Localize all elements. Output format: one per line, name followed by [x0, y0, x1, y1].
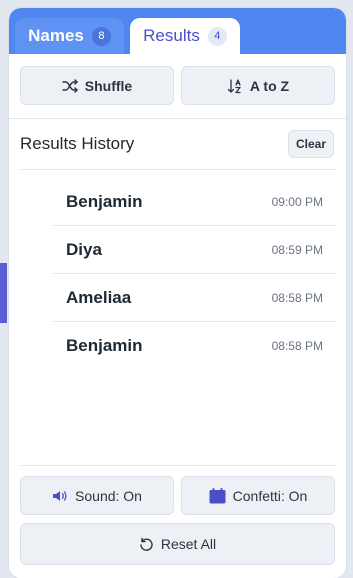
divider — [9, 118, 346, 119]
result-time: 08:58 PM — [271, 339, 323, 353]
result-time: 08:59 PM — [271, 243, 323, 257]
shuffle-label: Shuffle — [84, 77, 133, 94]
tab-results-count: 4 — [207, 26, 227, 46]
result-time: 09:00 PM — [271, 195, 323, 209]
tab-results-label: Results — [143, 26, 200, 45]
divider — [20, 465, 335, 466]
tab-names-label: Names — [28, 26, 84, 45]
reset-icon — [139, 537, 154, 552]
calendar-icon — [209, 487, 226, 504]
result-name: Diya — [66, 240, 102, 259]
confetti-toggle-button[interactable]: Confetti: On — [181, 476, 335, 515]
tab-names[interactable]: Names 8 — [15, 18, 124, 54]
results-history-title: Results History — [20, 134, 135, 153]
main-panel: Names 8 Results 4 Shuffle A to Z Results… — [9, 8, 346, 578]
confetti-label: Confetti: On — [232, 487, 308, 504]
sort-label: A to Z — [249, 77, 290, 94]
tab-names-count: 8 — [91, 26, 111, 46]
reset-all-label: Reset All — [160, 536, 217, 552]
tab-results[interactable]: Results 4 — [130, 18, 240, 54]
list-item: Benjamin 08:58 PM — [53, 322, 335, 369]
list-item: Diya 08:59 PM — [53, 226, 335, 274]
list-item: Benjamin 09:00 PM — [53, 178, 335, 226]
sort-ascending-icon — [227, 78, 243, 94]
result-name: Benjamin — [66, 192, 143, 211]
left-edge-accent — [0, 263, 7, 323]
sound-toggle-button[interactable]: Sound: On — [20, 476, 174, 515]
tab-bar: Names 8 Results 4 — [9, 8, 346, 54]
result-name: Benjamin — [66, 336, 143, 355]
divider — [20, 169, 335, 170]
shuffle-button[interactable]: Shuffle — [20, 66, 174, 105]
result-time: 08:58 PM — [271, 291, 323, 305]
shuffle-icon — [62, 78, 78, 93]
reset-all-button[interactable]: Reset All — [20, 523, 335, 565]
speaker-icon — [52, 489, 68, 503]
results-list: Benjamin 09:00 PM Diya 08:59 PM Ameliaa … — [53, 178, 335, 369]
sort-a-to-z-button[interactable]: A to Z — [181, 66, 335, 105]
list-item: Ameliaa 08:58 PM — [53, 274, 335, 322]
result-name: Ameliaa — [66, 288, 132, 307]
clear-history-button[interactable]: Clear — [288, 130, 334, 158]
sound-label: Sound: On — [75, 487, 142, 504]
